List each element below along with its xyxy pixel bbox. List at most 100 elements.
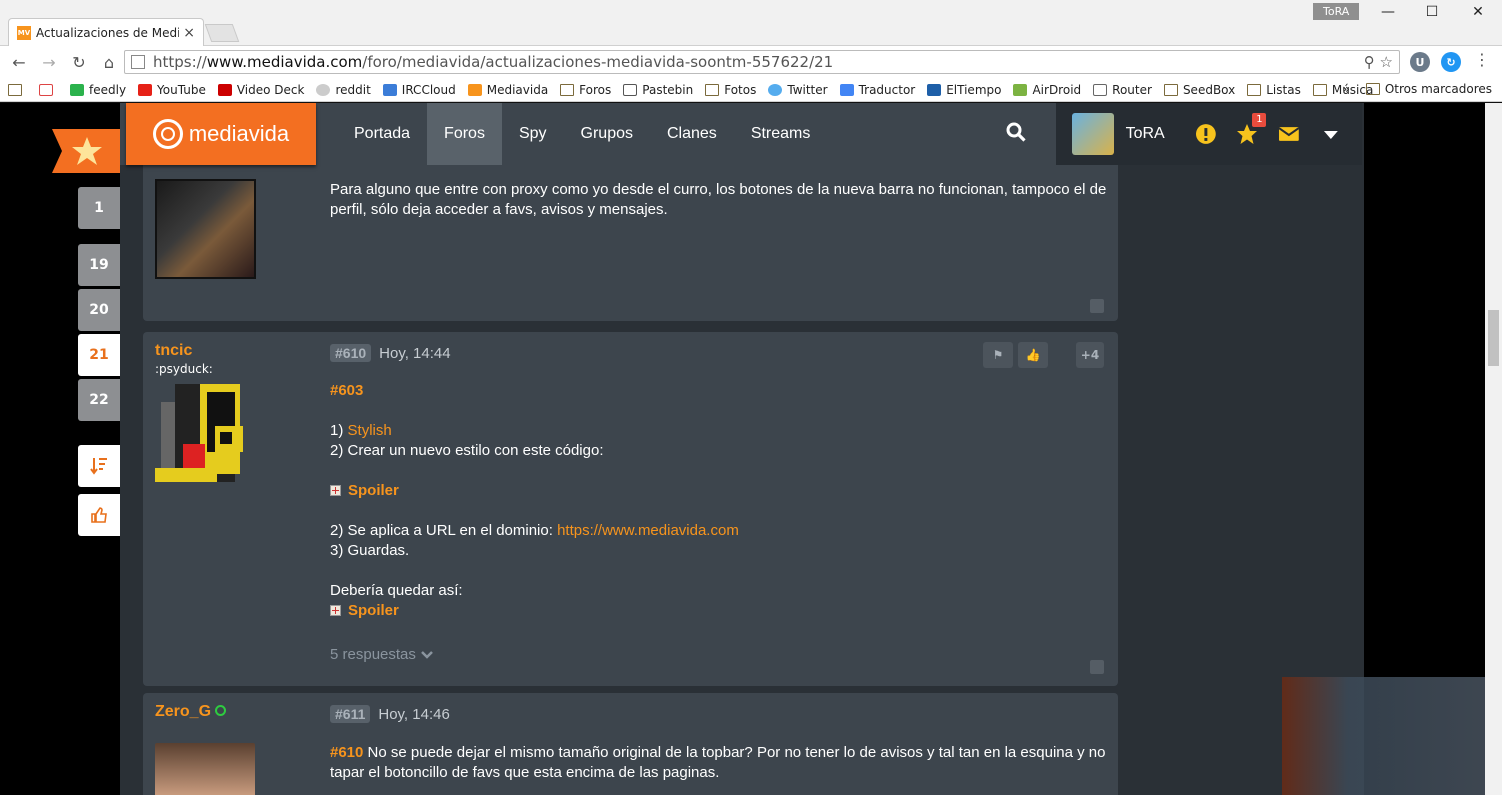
avatar[interactable] xyxy=(155,179,256,279)
nav-grupos[interactable]: Grupos xyxy=(564,103,650,165)
site-topbar: mediavida Portada Foros Spy Grupos Clane… xyxy=(120,103,1362,165)
ublock-icon[interactable]: U xyxy=(1410,52,1430,72)
post-line: 3) Guardas. xyxy=(330,542,410,559)
post-card: Zero_G #611 Hoy, 14:46 #610 No se puede … xyxy=(143,693,1118,795)
nav-foros[interactable]: Foros xyxy=(427,103,502,165)
nav-clanes[interactable]: Clanes xyxy=(650,103,734,165)
scrollbar-thumb[interactable] xyxy=(1488,310,1499,366)
bookmark-router[interactable]: Router xyxy=(1093,83,1152,97)
bookmark-youtube[interactable]: YouTube xyxy=(138,83,206,97)
bookmark-eltiempo[interactable]: ElTiempo xyxy=(927,83,1001,97)
reload-icon[interactable]: ↻ xyxy=(64,53,94,72)
search-icon[interactable] xyxy=(1006,122,1026,142)
maximize-icon[interactable]: ☐ xyxy=(1420,4,1444,24)
bookmark-reddit[interactable]: reddit xyxy=(316,83,371,97)
url-host: www.mediavida.com xyxy=(206,53,363,71)
mail-icon[interactable] xyxy=(1278,123,1300,145)
bookmark-video-deck[interactable]: Video Deck xyxy=(217,83,304,97)
bookmark-star-icon[interactable]: ☆ xyxy=(1380,53,1393,71)
forward-icon[interactable]: → xyxy=(34,53,64,72)
bookmarks-overflow-icon[interactable]: » xyxy=(1343,82,1350,96)
nav-spy[interactable]: Spy xyxy=(502,103,564,165)
alert-icon[interactable] xyxy=(1195,123,1217,145)
username[interactable]: ToRA xyxy=(1126,125,1165,143)
user-avatar[interactable] xyxy=(1072,113,1114,155)
bookmark-airdroid[interactable]: AirDroid xyxy=(1013,83,1081,97)
chevron-down-icon xyxy=(421,650,433,659)
bookmark-other[interactable]: Otros marcadores xyxy=(1365,82,1492,96)
post-number[interactable]: #610 xyxy=(330,344,372,362)
vote-count[interactable]: +4 xyxy=(1076,342,1104,368)
favorites-badge: 1 xyxy=(1252,113,1267,127)
online-status-icon xyxy=(215,705,227,716)
bookmark-pastebin[interactable]: Pastebin xyxy=(623,83,693,97)
bookmark-feedly[interactable]: feedly xyxy=(70,83,126,97)
browser-tab[interactable]: MV Actualizaciones de Media × xyxy=(8,18,204,46)
sort-icon[interactable] xyxy=(78,445,120,487)
post-username[interactable]: Zero_G xyxy=(155,703,227,721)
replies-toggle[interactable]: 5 respuestas xyxy=(330,646,434,663)
profile-name[interactable]: ToRA xyxy=(1313,3,1360,20)
domain-link[interactable]: https://www.mediavida.com xyxy=(557,522,739,539)
thumbs-up-icon[interactable] xyxy=(78,494,120,536)
quote-reference[interactable]: #603 xyxy=(330,381,1110,401)
bookmark-seedbox[interactable]: SeedBox xyxy=(1163,83,1235,97)
page-button[interactable]: 19 xyxy=(78,244,120,286)
bookmark-listas[interactable]: Listas xyxy=(1247,83,1301,97)
address-bar[interactable]: https://www.mediavida.com/foro/mediavida… xyxy=(124,50,1400,74)
post-body: #610 No se puede dejar el mismo tamaño o… xyxy=(330,744,1106,781)
spoiler-toggle[interactable]: Spoiler xyxy=(330,481,1110,501)
bookmark-mediavida[interactable]: Mediavida xyxy=(467,83,548,97)
upvote-icon[interactable]: 👍 xyxy=(1018,342,1048,368)
page-button[interactable]: 1 xyxy=(78,187,120,229)
site-logo[interactable]: mediavida xyxy=(126,103,316,165)
expand-icon xyxy=(330,485,341,496)
favorites-icon[interactable]: 1 xyxy=(1236,113,1267,145)
post-username[interactable]: tncic xyxy=(155,342,192,360)
bookmark-traductor[interactable]: Traductor xyxy=(839,83,915,97)
favorite-star-icon[interactable] xyxy=(52,129,120,173)
spoiler-toggle[interactable]: Spoiler xyxy=(330,601,1110,621)
bookmark-fotos[interactable]: Fotos xyxy=(705,83,756,97)
gmail-icon[interactable] xyxy=(39,83,58,96)
new-tab-button[interactable] xyxy=(204,24,240,42)
stylish-link[interactable]: Stylish xyxy=(348,422,392,439)
bookmark-foros[interactable]: Foros xyxy=(560,83,611,97)
zoom-icon[interactable]: ⚲ xyxy=(1364,53,1375,71)
post-meta: #611 Hoy, 14:46 xyxy=(330,705,450,723)
chevron-down-icon[interactable] xyxy=(1320,123,1342,145)
post-line: 2) Crear un nuevo estilo con este código… xyxy=(330,442,604,459)
menu-icon[interactable]: ⋮ xyxy=(1474,50,1490,69)
scroll-up-icon[interactable] xyxy=(1090,299,1104,313)
mediavida-favicon-icon: MV xyxy=(17,25,31,40)
post-card: tncic :psyduck: #610 Hoy, 14:44 ⚑ 👍 +4 #… xyxy=(143,332,1118,686)
avatar[interactable] xyxy=(155,743,255,795)
nav-portada[interactable]: Portada xyxy=(337,103,427,165)
sync-extension-icon[interactable]: ↻ xyxy=(1441,52,1461,72)
user-tag: :psyduck: xyxy=(155,362,213,376)
home-icon[interactable]: ⌂ xyxy=(94,53,124,72)
post-body: Para alguno que entre con proxy como yo … xyxy=(330,181,1107,218)
back-icon[interactable]: ← xyxy=(4,53,34,72)
apps-icon[interactable] xyxy=(8,83,27,96)
close-tab-icon[interactable]: × xyxy=(183,25,195,41)
quote-reference[interactable]: #610 xyxy=(330,744,363,761)
bookmark-twitter[interactable]: Twitter xyxy=(768,83,828,97)
close-window-icon[interactable]: ✕ xyxy=(1466,4,1490,24)
window-preview-thumbnail xyxy=(1282,677,1502,795)
page-scrollbar[interactable] xyxy=(1485,103,1502,795)
bookmark-irccloud[interactable]: IRCCloud xyxy=(382,83,456,97)
page-button-current[interactable]: 21 xyxy=(78,334,120,376)
browser-toolbar: ← → ↻ ⌂ https://www.mediavida.com/foro/m… xyxy=(0,46,1502,78)
page-button[interactable]: 22 xyxy=(78,379,120,421)
report-flag-icon[interactable]: ⚑ xyxy=(983,342,1013,368)
avatar[interactable] xyxy=(155,382,253,484)
scroll-up-icon[interactable] xyxy=(1090,660,1104,674)
url-scheme: https:// xyxy=(153,53,207,71)
nav-streams[interactable]: Streams xyxy=(734,103,828,165)
page-button[interactable]: 20 xyxy=(78,289,120,331)
post-body: #603 1) Stylish 2) Crear un nuevo estilo… xyxy=(330,381,1110,621)
url-path: /foro/mediavida/actualizaciones-mediavid… xyxy=(362,53,834,71)
minimize-icon[interactable]: — xyxy=(1376,4,1400,24)
post-number[interactable]: #611 xyxy=(330,705,371,723)
